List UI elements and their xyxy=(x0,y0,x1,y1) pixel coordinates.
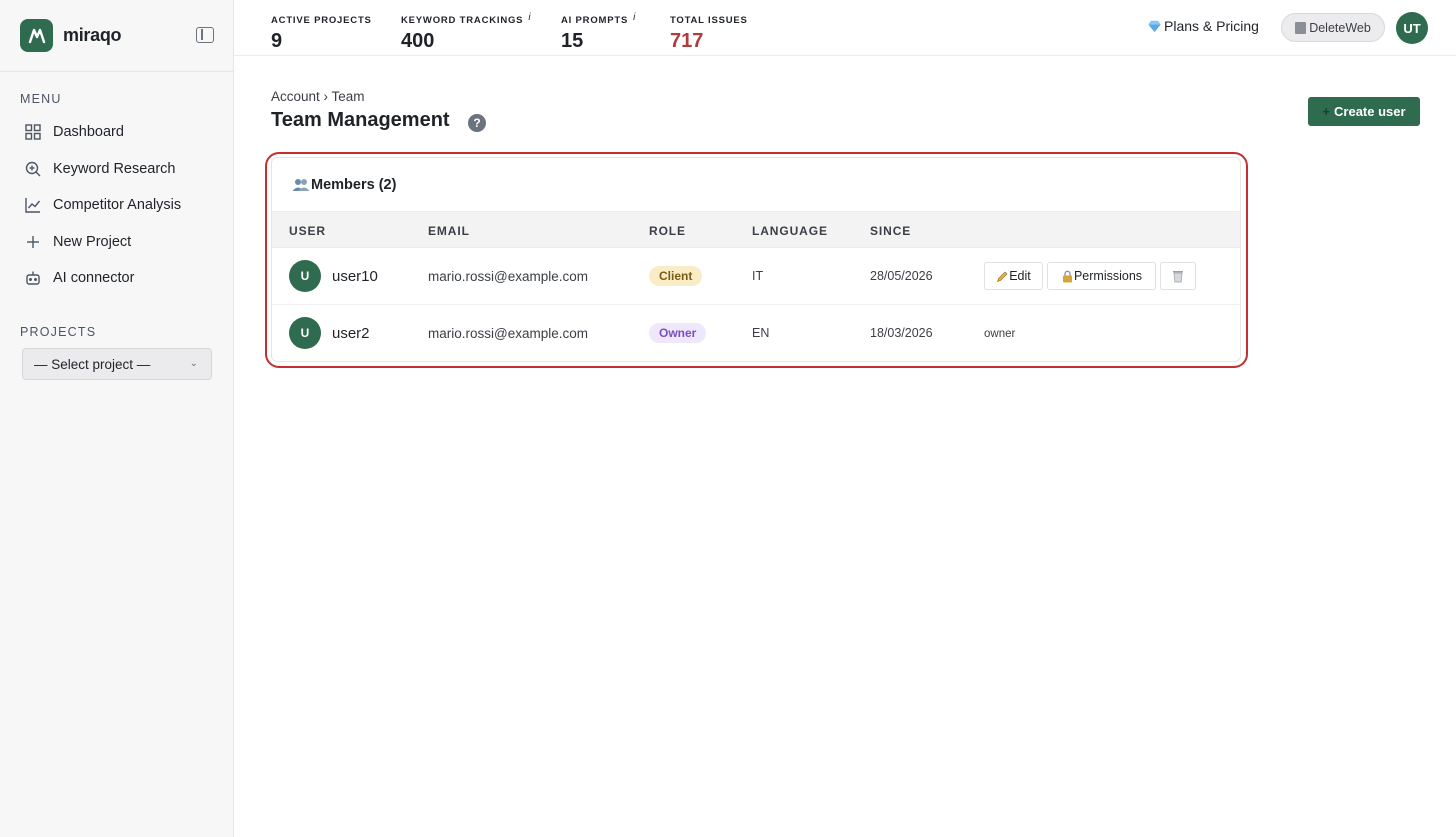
stat-value: 9 xyxy=(271,30,283,52)
project-select-value: — Select project — xyxy=(34,356,151,372)
user-avatar[interactable]: UT xyxy=(1396,12,1428,44)
username: user10 xyxy=(332,268,378,285)
avatar: U xyxy=(289,317,321,349)
sidebar-item-ai-connector[interactable]: AI connector xyxy=(0,260,234,297)
create-user-button[interactable]: + Create user xyxy=(1308,97,1420,126)
permissions-button[interactable]: Permissions xyxy=(1047,262,1156,290)
organization-name: DeleteWeb xyxy=(1309,20,1371,35)
role-badge: Client xyxy=(649,266,703,286)
top-bar: ACTIVE PROJECTS 9 KEYWORD TRACKINGS i 400… xyxy=(234,0,1456,56)
line-chart-icon xyxy=(24,197,41,214)
edit-label: Edit xyxy=(1009,269,1031,283)
building-icon xyxy=(1295,21,1307,34)
menu-section-label: MENU xyxy=(20,92,62,106)
stat-total-issues: TOTAL ISSUES 717 xyxy=(670,10,748,53)
grid-icon xyxy=(24,124,41,141)
table-row: U user10 mario.rossi@example.com Client … xyxy=(272,248,1240,305)
stat-value: 15 xyxy=(561,30,584,52)
sidebar-item-label: Dashboard xyxy=(53,124,124,141)
pencil-icon xyxy=(997,271,1008,282)
organization-switcher[interactable]: DeleteWeb xyxy=(1281,13,1385,42)
brand: miraqo xyxy=(0,0,233,72)
stat-label: KEYWORD TRACKINGS xyxy=(401,15,524,26)
permissions-label: Permissions xyxy=(1073,269,1143,283)
members-header: Members (2) xyxy=(272,158,1240,211)
info-icon[interactable]: i xyxy=(633,12,635,23)
delete-button[interactable] xyxy=(1160,262,1196,290)
role-badge: Owner xyxy=(649,323,707,343)
stat-label: ACTIVE PROJECTS xyxy=(271,15,372,26)
search-plus-icon xyxy=(24,160,41,177)
sidebar-item-label: Keyword Research xyxy=(53,160,176,177)
robot-icon xyxy=(24,270,41,287)
page-title: Team Management xyxy=(271,109,450,131)
stat-value: 400 xyxy=(401,30,435,52)
language: IT xyxy=(752,269,764,283)
sidebar: miraqo MENU Dashboard Keyword Research C… xyxy=(0,0,234,837)
create-user-label: Create user xyxy=(1334,104,1406,119)
breadcrumb: Account › Team xyxy=(271,89,365,104)
plans-label: Plans & Pricing xyxy=(1164,18,1259,34)
stat-ai-prompts: AI PROMPTS i 15 xyxy=(561,10,635,53)
stat-value: 717 xyxy=(670,30,704,52)
avatar: U xyxy=(289,260,321,292)
sidebar-toggle-icon[interactable] xyxy=(196,27,214,43)
sidebar-item-competitor-analysis[interactable]: Competitor Analysis xyxy=(0,187,234,224)
column-header-role[interactable]: ROLE xyxy=(649,224,686,238)
members-title: Members (2) xyxy=(311,176,397,193)
gem-icon xyxy=(1148,20,1161,32)
email: mario.rossi@example.com xyxy=(428,326,588,341)
sidebar-item-label: AI connector xyxy=(53,270,135,287)
stat-active-projects: ACTIVE PROJECTS 9 xyxy=(271,10,372,53)
stat-label: TOTAL ISSUES xyxy=(670,15,748,26)
members-table-header: USER EMAIL ROLE LANGUAGE SINCE xyxy=(272,211,1240,248)
sidebar-item-keyword-research[interactable]: Keyword Research xyxy=(0,151,234,188)
lock-icon xyxy=(1062,270,1072,282)
trash-icon xyxy=(1173,271,1183,283)
since-date: 28/05/2026 xyxy=(870,269,933,283)
column-header-since[interactable]: SINCE xyxy=(870,224,911,238)
sidebar-item-new-project[interactable]: New Project xyxy=(0,224,234,261)
stat-keyword-trackings: KEYWORD TRACKINGS i 400 xyxy=(401,10,531,53)
chevron-down-icon: ⌄ xyxy=(189,358,198,369)
edit-button[interactable]: Edit xyxy=(984,262,1043,290)
people-icon xyxy=(292,179,310,191)
plus-icon xyxy=(24,233,41,250)
plans-pricing-link[interactable]: Plans & Pricing xyxy=(1148,18,1259,34)
sidebar-item-dashboard[interactable]: Dashboard xyxy=(0,114,234,151)
info-icon[interactable]: i xyxy=(528,12,530,23)
sidebar-item-label: Competitor Analysis xyxy=(53,197,182,214)
sidebar-item-label: New Project xyxy=(53,233,132,250)
sidebar-menu: Dashboard Keyword Research Competitor An… xyxy=(0,114,234,297)
projects-section-label: PROJECTS xyxy=(20,325,97,339)
column-header-email[interactable]: EMAIL xyxy=(428,224,470,238)
brand-name: miraqo xyxy=(63,25,122,45)
column-header-language[interactable]: LANGUAGE xyxy=(752,224,828,238)
since-date: 18/03/2026 xyxy=(870,326,933,340)
table-row: U user2 mario.rossi@example.com Owner EN… xyxy=(272,305,1240,361)
plus-icon: + xyxy=(1322,104,1331,119)
members-card: Members (2) USER EMAIL ROLE LANGUAGE SIN… xyxy=(271,157,1241,362)
project-select[interactable]: — Select project — ⌄ xyxy=(22,348,212,380)
column-header-user[interactable]: USER xyxy=(289,224,326,238)
username: user2 xyxy=(332,325,370,342)
logo-icon[interactable] xyxy=(20,19,53,52)
email: mario.rossi@example.com xyxy=(428,269,588,284)
owner-note: owner xyxy=(984,328,1016,340)
help-icon[interactable]: ? xyxy=(468,114,486,132)
language: EN xyxy=(752,326,770,340)
stat-label: AI PROMPTS xyxy=(561,15,629,26)
